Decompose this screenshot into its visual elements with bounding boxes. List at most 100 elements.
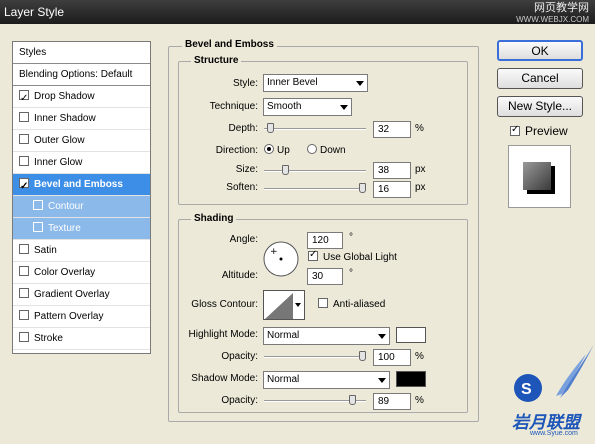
style-select[interactable]: Inner Bevel [263, 74, 368, 92]
direction-down-label: Down [320, 145, 346, 156]
radio-up[interactable] [264, 144, 274, 154]
sidebar-item-label: Bevel and Emboss [34, 179, 123, 190]
radio-down[interactable] [307, 144, 317, 154]
contour-preview [265, 293, 293, 319]
angle-unit: ° [349, 232, 353, 243]
cancel-button[interactable]: Cancel [497, 68, 583, 89]
sidebar-item-bevel-and-emboss[interactable]: Bevel and Emboss [13, 174, 150, 198]
sidebar-checkbox[interactable] [33, 222, 43, 232]
global-light-checkbox[interactable]: Use Global Light [308, 249, 397, 263]
sidebar-checkbox[interactable] [19, 266, 29, 276]
depth-slider[interactable] [264, 123, 366, 133]
highlight-color-swatch[interactable] [396, 327, 426, 343]
sidebar-item-blending-options-default[interactable]: Blending Options: Default [13, 64, 150, 86]
highlight-mode-value: Normal [267, 330, 300, 341]
shadow-mode-value: Normal [267, 374, 300, 385]
sidebar-checkbox[interactable] [19, 112, 29, 122]
anti-aliased-checkbox[interactable]: Anti-aliased [318, 298, 385, 310]
sidebar-item-satin[interactable]: Satin [13, 240, 150, 262]
sidebar-item-inner-glow[interactable]: Inner Glow [13, 152, 150, 174]
altitude-input[interactable]: 30 [307, 268, 343, 285]
styles-list: Styles Blending Options: Default Drop Shad… [12, 41, 151, 354]
highlight-opacity-input[interactable]: 100 [373, 349, 411, 366]
shadow-opacity-thumb[interactable] [349, 395, 356, 405]
sidebar-item-texture[interactable]: Texture [13, 218, 150, 240]
sidebar-item-inner-shadow[interactable]: Inner Shadow [13, 108, 150, 130]
sidebar-checkbox[interactable] [19, 88, 29, 110]
soften-slider[interactable] [264, 183, 366, 193]
sidebar-item-label: Color Overlay [34, 267, 96, 278]
sidebar-item-label: Pattern Overlay [34, 311, 104, 322]
sidebar-checkbox[interactable] [19, 244, 29, 254]
depth-input[interactable]: 32 [373, 121, 411, 138]
shading-title: Shading [191, 213, 237, 224]
angle-input[interactable]: 120 [307, 232, 343, 249]
preview-swatch [523, 162, 551, 190]
shadow-color-swatch[interactable] [396, 371, 426, 387]
window-title: Layer Style [4, 5, 65, 19]
shadow-opacity-slider[interactable] [264, 395, 366, 405]
shadow-mode-select[interactable]: Normal [263, 371, 390, 389]
size-input[interactable]: 38 [373, 162, 411, 179]
size-value: 38 [378, 165, 390, 176]
sidebar-item-label: Stroke [34, 333, 63, 344]
crosshair-icon: + [270, 247, 278, 257]
highlight-mode-label: Highlight Mode: [188, 329, 258, 340]
sidebar-item-drop-shadow[interactable]: Drop Shadow [13, 86, 150, 110]
sidebar-item-stroke[interactable]: Stroke [13, 328, 150, 350]
sidebar-item-label: Texture [48, 223, 81, 234]
technique-select[interactable]: Smooth [263, 98, 352, 116]
sidebar-item-contour[interactable]: Contour [13, 196, 150, 218]
preview-check[interactable] [510, 124, 520, 136]
sidebar-item-outer-glow[interactable]: Outer Glow [13, 130, 150, 152]
logo-watermark: S 岩月联盟 www.Syue.com [490, 340, 595, 444]
direction-up-radio[interactable]: Up [264, 144, 290, 156]
sidebar-item-styles[interactable]: Styles [13, 42, 150, 64]
shadow-opacity-label: Opacity: [221, 395, 258, 406]
gloss-contour-picker[interactable] [263, 290, 305, 320]
soften-value: 16 [378, 184, 390, 195]
chevron-down-icon [378, 378, 386, 383]
title-bar: Layer Style [0, 0, 595, 24]
altitude-unit: ° [349, 268, 353, 279]
sidebar-checkbox[interactable] [19, 176, 29, 198]
direction-down-radio[interactable]: Down [307, 144, 346, 156]
preview-checkbox[interactable]: Preview [510, 124, 568, 138]
angle-dial[interactable]: + [262, 240, 300, 278]
anti-aliased-label: Anti-aliased [333, 299, 386, 310]
size-unit: px [415, 164, 426, 175]
highlight-opacity-unit: % [415, 351, 424, 362]
contour-curve [265, 293, 293, 319]
angle-value: 120 [312, 235, 329, 246]
new-style-button[interactable]: New Style... [497, 96, 583, 117]
sidebar-checkbox[interactable] [33, 200, 43, 210]
anti-aliased-check[interactable] [318, 298, 328, 308]
size-slider-thumb[interactable] [282, 165, 289, 175]
shadow-mode-label: Shadow Mode: [191, 373, 258, 384]
sidebar-checkbox[interactable] [19, 288, 29, 298]
highlight-opacity-value: 100 [378, 352, 395, 363]
shadow-opacity-input[interactable]: 89 [373, 393, 411, 410]
sidebar-item-label: Gradient Overlay [34, 289, 110, 300]
sidebar-checkbox[interactable] [19, 156, 29, 166]
sidebar-item-label: Outer Glow [34, 135, 85, 146]
gloss-contour-label: Gloss Contour: [191, 299, 258, 310]
highlight-opacity-thumb[interactable] [359, 351, 366, 361]
global-light-label: Use Global Light [323, 252, 397, 263]
ok-button[interactable]: OK [497, 40, 583, 61]
soften-slider-thumb[interactable] [359, 183, 366, 193]
style-label: Style: [232, 78, 258, 89]
global-light-check[interactable] [308, 249, 318, 261]
depth-slider-thumb[interactable] [267, 123, 274, 133]
sidebar-checkbox[interactable] [19, 310, 29, 320]
soften-input[interactable]: 16 [373, 181, 411, 198]
sidebar-checkbox[interactable] [19, 332, 29, 342]
highlight-mode-select[interactable]: Normal [263, 327, 390, 345]
sidebar-item-pattern-overlay[interactable]: Pattern Overlay [13, 306, 150, 328]
highlight-opacity-slider[interactable] [264, 351, 366, 361]
size-slider[interactable] [264, 165, 366, 175]
sidebar-checkbox[interactable] [19, 134, 29, 144]
structure-title: Structure [191, 55, 242, 66]
sidebar-item-color-overlay[interactable]: Color Overlay [13, 262, 150, 284]
sidebar-item-gradient-overlay[interactable]: Gradient Overlay [13, 284, 150, 306]
